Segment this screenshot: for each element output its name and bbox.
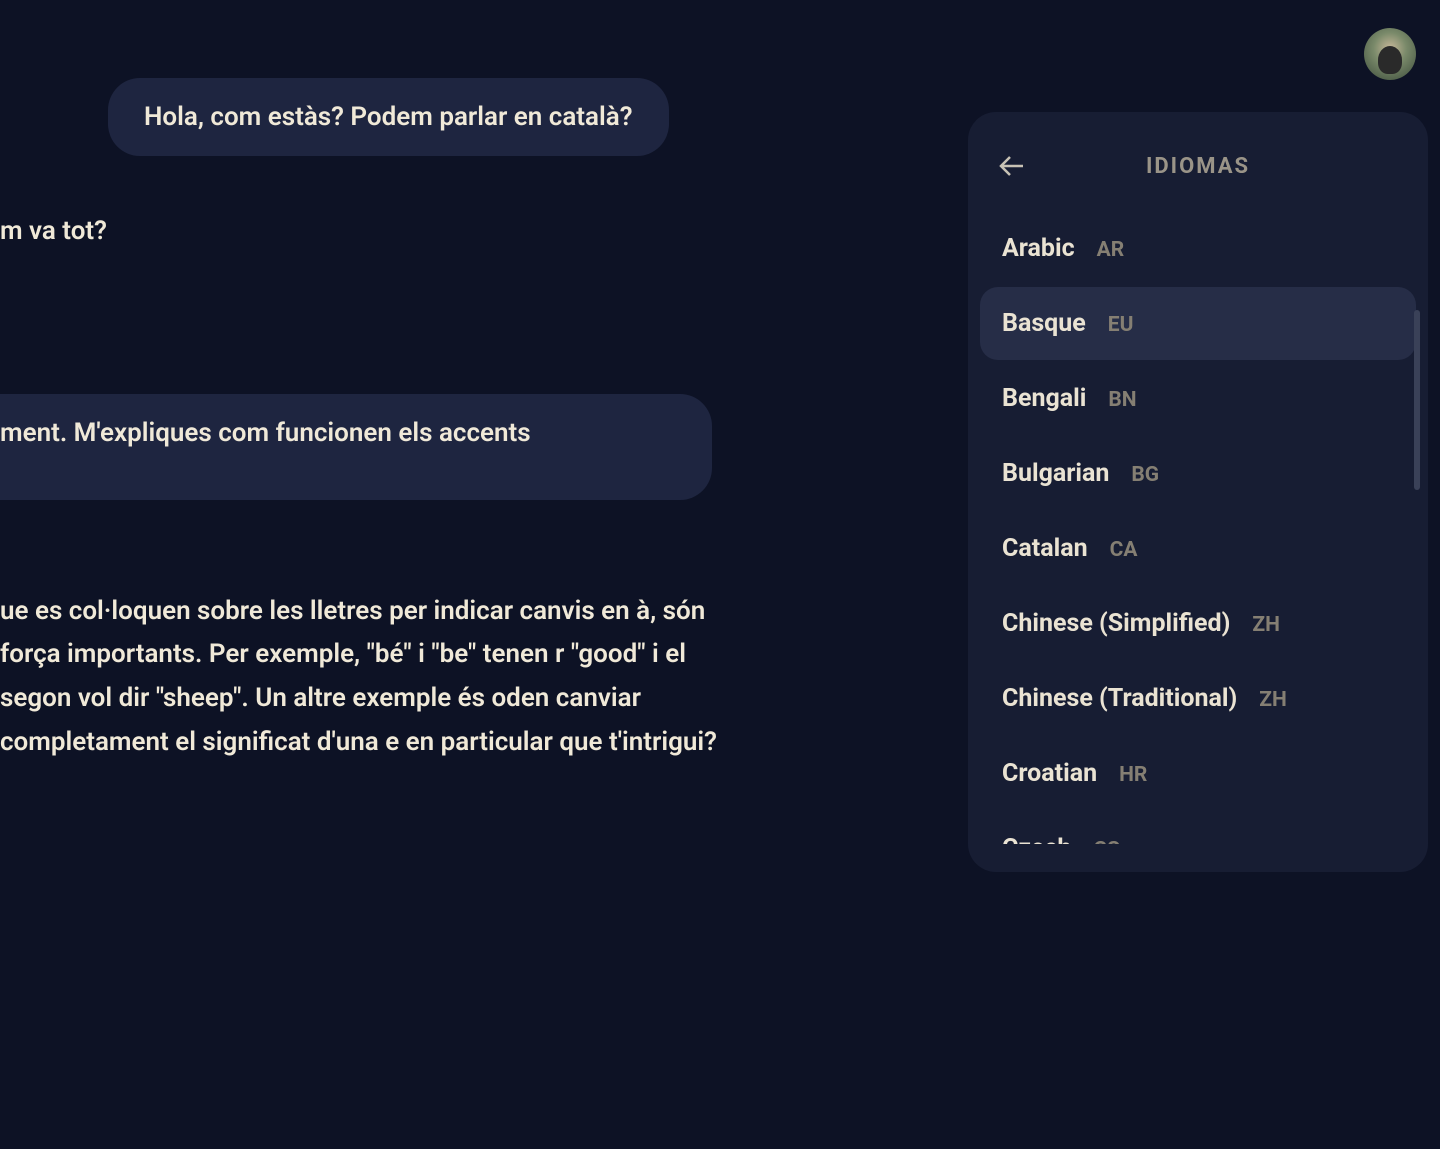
language-item-chinese-traditional[interactable]: Chinese (Traditional) ZH [980,662,1416,735]
chat-area: Hola, com estàs? Podem parlar en català?… [0,0,760,1149]
language-name: Croatian [1002,759,1097,788]
language-code: BN [1108,388,1136,412]
panel-header: IDIOMAS [968,150,1428,212]
language-panel: IDIOMAS Arabic AR Basque EU Bengali BN B… [968,112,1428,872]
language-item-bengali[interactable]: Bengali BN [980,362,1416,435]
language-name: Arabic [1002,234,1075,263]
language-name: Czech [1002,834,1071,844]
language-code: AR [1097,238,1125,262]
language-code: BG [1131,463,1159,487]
language-code: CS [1093,838,1120,844]
language-code: EU [1108,313,1134,337]
language-item-czech[interactable]: Czech CS [980,812,1416,844]
language-item-catalan[interactable]: Catalan CA [980,512,1416,585]
scrollbar[interactable] [1414,310,1420,490]
language-name: Catalan [1002,534,1088,563]
language-code: HR [1119,763,1147,787]
language-item-arabic[interactable]: Arabic AR [980,212,1416,285]
user-message-2: ment. M'expliques com funcionen els acce… [0,394,712,500]
language-name: Basque [1002,309,1086,338]
language-code: ZH [1259,688,1287,712]
language-item-croatian[interactable]: Croatian HR [980,737,1416,810]
language-name: Bengali [1002,384,1086,413]
language-code: CA [1110,538,1138,562]
language-code: ZH [1252,613,1280,637]
assistant-message-2: ue es col·loquen sobre les lletres per i… [0,590,740,765]
avatar[interactable] [1364,28,1416,80]
language-name: Chinese (Simplified) [1002,609,1230,638]
assistant-message-1: m va tot? [0,210,760,254]
user-message-1: Hola, com estàs? Podem parlar en català? [108,78,669,156]
language-item-basque[interactable]: Basque EU [980,287,1416,360]
language-name: Bulgarian [1002,459,1109,488]
language-list[interactable]: Arabic AR Basque EU Bengali BN Bulgarian… [968,212,1428,844]
language-name: Chinese (Traditional) [1002,684,1237,713]
language-item-chinese-simplified[interactable]: Chinese (Simplified) ZH [980,587,1416,660]
language-item-bulgarian[interactable]: Bulgarian BG [980,437,1416,510]
panel-title: IDIOMAS [996,154,1400,179]
